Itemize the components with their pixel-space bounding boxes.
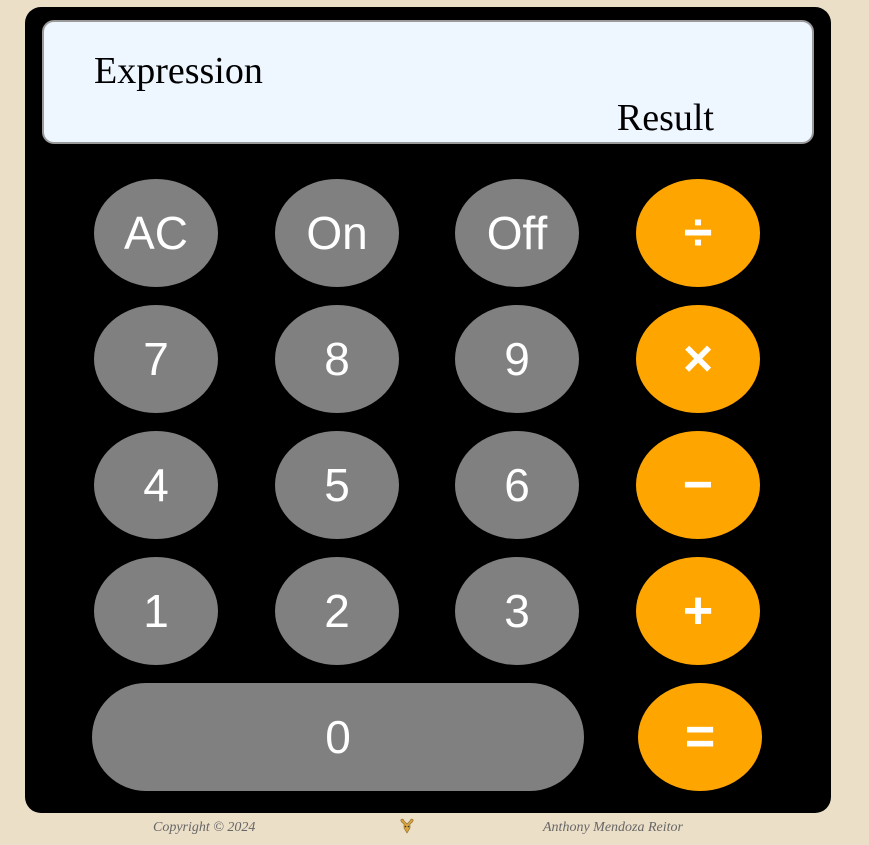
digit-4-button[interactable]: 4 <box>94 431 218 539</box>
digit-1-button[interactable]: 1 <box>94 557 218 665</box>
display: Expression Result <box>42 20 814 144</box>
ram-head-logo-icon <box>399 818 415 836</box>
result-display: Result <box>616 97 714 139</box>
digit-9-button[interactable]: 9 <box>455 305 579 413</box>
footer: Copyright © 2024 Anthony Mendoza Reitor <box>0 818 869 840</box>
ac-button[interactable]: AC <box>94 179 218 287</box>
digit-5-button[interactable]: 5 <box>275 431 399 539</box>
digit-3-button[interactable]: 3 <box>455 557 579 665</box>
add-button[interactable]: + <box>636 557 760 665</box>
expression-display: Expression <box>94 50 263 92</box>
digit-2-button[interactable]: 2 <box>275 557 399 665</box>
digit-0-button[interactable]: 0 <box>92 683 584 791</box>
divide-button[interactable]: ÷ <box>636 179 760 287</box>
multiply-button[interactable]: × <box>636 305 760 413</box>
author-text: Anthony Mendoza Reitor <box>543 820 683 835</box>
copyright-text: Copyright © 2024 <box>153 820 256 835</box>
off-button[interactable]: Off <box>455 179 579 287</box>
digit-6-button[interactable]: 6 <box>455 431 579 539</box>
digit-7-button[interactable]: 7 <box>94 305 218 413</box>
calculator: Expression Result AC On Off ÷ 7 8 9 × 4 … <box>25 7 831 813</box>
equals-button[interactable]: = <box>638 683 762 791</box>
on-button[interactable]: On <box>275 179 399 287</box>
digit-8-button[interactable]: 8 <box>275 305 399 413</box>
subtract-button[interactable]: − <box>636 431 760 539</box>
